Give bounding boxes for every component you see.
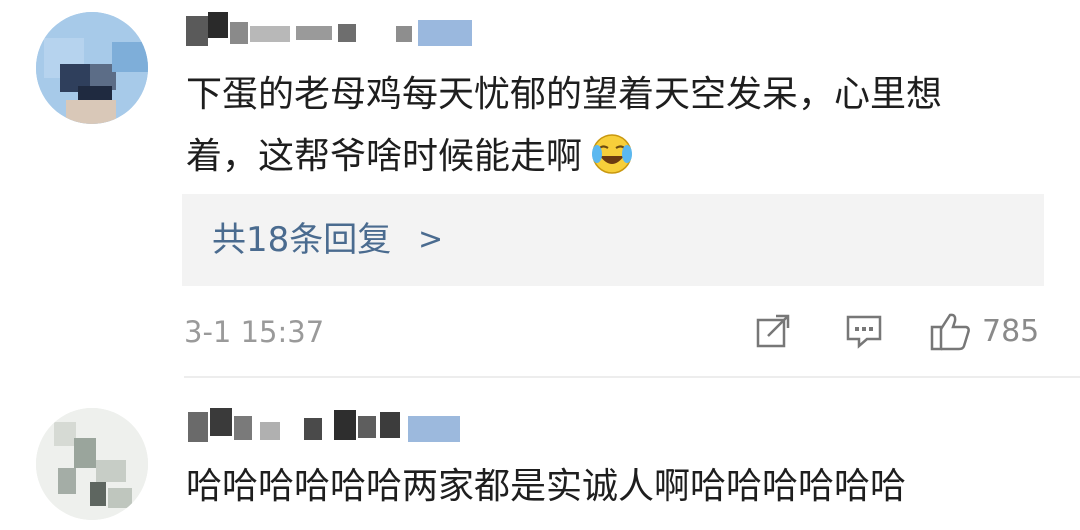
comment-icon[interactable] <box>845 312 883 350</box>
replies-panel[interactable]: 共18条回复 > <box>182 194 1044 286</box>
avatar[interactable] <box>36 408 148 520</box>
comment-item: 哈哈哈哈哈哈两家都是实诚人啊哈哈哈哈哈哈 <box>0 0 1080 520</box>
share-button[interactable] <box>754 310 792 352</box>
like-icon[interactable] <box>930 311 972 351</box>
comment-button[interactable] <box>845 310 883 352</box>
comment-timestamp: 3-1 15:37 <box>184 315 325 349</box>
replies-link[interactable]: 共18条回复 <box>212 216 391 264</box>
like-count: 785 <box>982 313 1040 349</box>
share-icon[interactable] <box>754 312 792 350</box>
divider <box>184 376 1080 378</box>
like-button[interactable]: 785 <box>930 310 1039 352</box>
chevron-right-icon[interactable]: > <box>418 216 443 264</box>
comment-text: 哈哈哈哈哈哈两家都是实诚人啊哈哈哈哈哈哈 <box>186 466 907 507</box>
